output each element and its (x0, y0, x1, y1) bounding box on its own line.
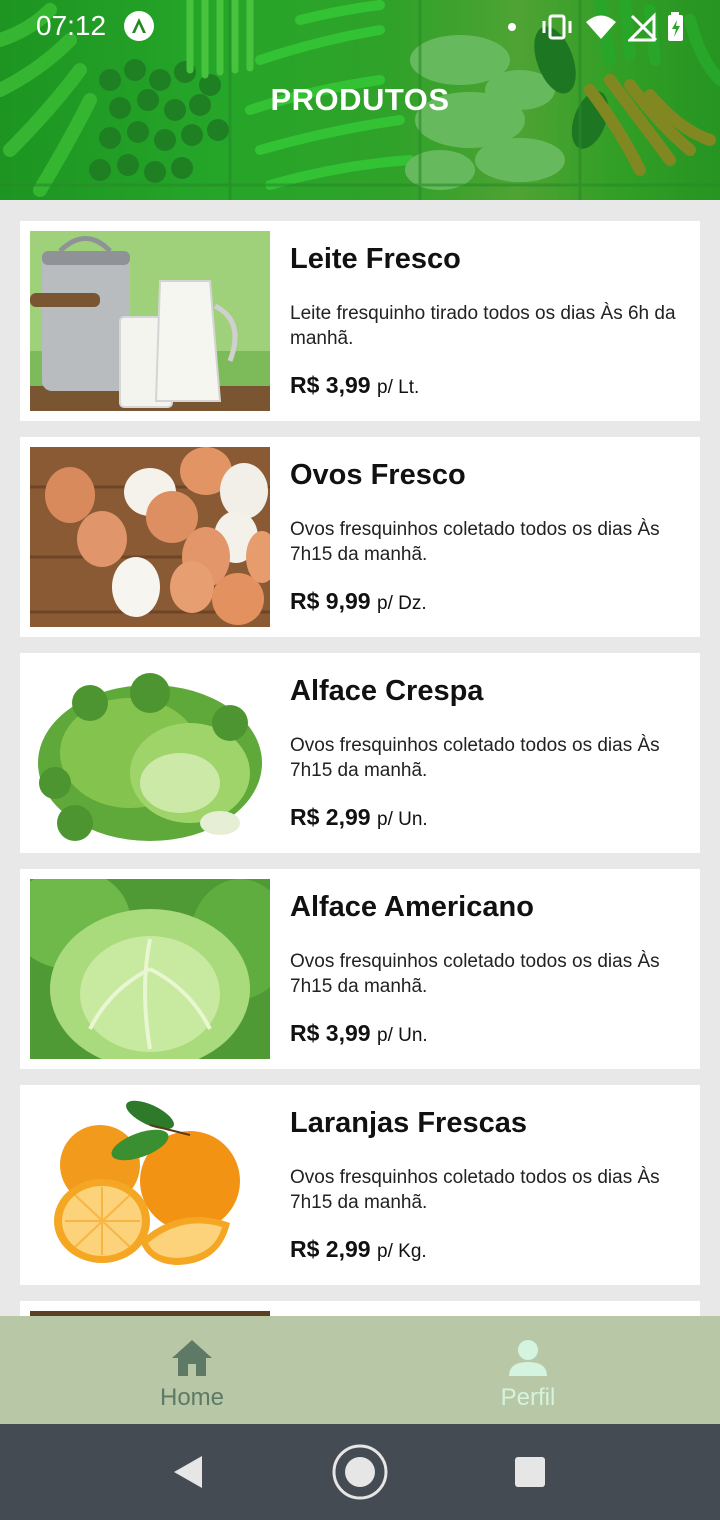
product-description: Ovos fresquinhos coletado todos os dias … (290, 735, 660, 781)
product-card[interactable]: Laranjas Frescas Ovos fresquinhos coleta… (20, 1085, 700, 1285)
milk-image (30, 231, 270, 411)
tab-home[interactable]: Home (12, 1316, 372, 1424)
back-icon[interactable] (160, 1424, 220, 1520)
status-bar: 07:12 (0, 0, 720, 52)
product-price: R$ 9,99 (290, 588, 371, 614)
tab-home-label: Home (159, 1384, 225, 1411)
product-name: Leite Fresco (290, 243, 461, 275)
oranges-image (30, 1095, 270, 1275)
no-signal-icon (628, 12, 658, 42)
bottom-navigation: Home Perfil (0, 1316, 720, 1424)
product-unit: p/ Un. (377, 809, 428, 830)
price-row: R$ 3,99 p/ Un. (290, 1020, 428, 1047)
product-unit: p/ Un. (377, 1025, 428, 1046)
header-banner: 07:12 PRODUTOS (0, 0, 720, 200)
system-navigation-bar (0, 1424, 720, 1520)
page-title: PRODUTOS (270, 82, 450, 117)
product-description: Ovos fresquinhos coletado todos os dias … (290, 951, 660, 997)
product-unit: p/ Dz. (377, 593, 427, 614)
product-price: R$ 2,99 (290, 1236, 371, 1262)
product-price: R$ 3,99 (290, 372, 371, 398)
product-card[interactable]: Alface Americano Ovos fresquinhos coleta… (20, 869, 700, 1069)
product-description: Ovos fresquinhos coletado todos os dias … (290, 519, 660, 565)
product-card[interactable]: Leite Fresco Leite fresquinho tirado tod… (20, 221, 700, 421)
tab-perfil[interactable]: Perfil (348, 1316, 708, 1424)
product-list[interactable]: Leite Fresco Leite fresquinho tirado tod… (0, 212, 720, 1316)
notification-dot-icon (508, 23, 516, 31)
home-circle-icon[interactable] (330, 1424, 390, 1520)
product-name: Alface Crespa (290, 675, 484, 707)
price-row: R$ 2,99 p/ Kg. (290, 1236, 427, 1263)
product-price: R$ 2,99 (290, 804, 371, 830)
product-description: Ovos fresquinhos coletado todos os dias … (290, 1167, 660, 1213)
iceberg-lettuce-image (30, 879, 270, 1059)
product-name: Alface Americano (290, 891, 534, 923)
status-time: 07:12 (36, 10, 107, 41)
product-unit: p/ Lt. (377, 377, 420, 398)
product-description: Leite fresquinho tirado todos os dias Às… (290, 303, 676, 349)
product-price: R$ 3,99 (290, 1020, 371, 1046)
person-icon (509, 1340, 547, 1376)
eggs-image (30, 447, 270, 627)
product-unit: p/ Kg. (377, 1241, 427, 1262)
recents-icon[interactable] (500, 1424, 560, 1520)
product-card[interactable]: Alface Crespa Ovos fresquinhos coletado … (20, 653, 700, 853)
price-row: R$ 9,99 p/ Dz. (290, 588, 427, 615)
vibrate-icon (542, 14, 572, 40)
app-a-icon (124, 11, 154, 41)
product-card[interactable]: Ovos Fresco Ovos fresquinhos coletado to… (20, 437, 700, 637)
curly-lettuce-image (30, 663, 270, 843)
tab-perfil-label: Perfil (500, 1384, 556, 1411)
battery-charging-icon (668, 12, 683, 41)
wifi-icon (586, 15, 616, 39)
product-name: Laranjas Frescas (290, 1107, 527, 1139)
product-card-partial[interactable] (20, 1301, 700, 1316)
price-row: R$ 3,99 p/ Lt. (290, 372, 419, 399)
price-row: R$ 2,99 p/ Un. (290, 804, 428, 831)
product-name: Ovos Fresco (290, 459, 466, 491)
home-icon (172, 1340, 212, 1376)
